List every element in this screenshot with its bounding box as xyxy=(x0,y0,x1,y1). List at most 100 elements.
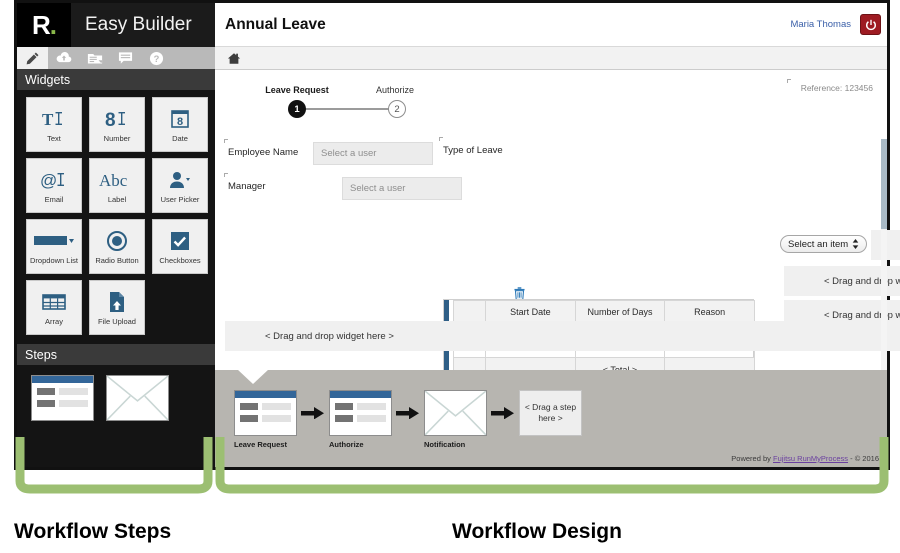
widgets-panel-header: Widgets xyxy=(17,69,215,90)
logo-glyph: R. xyxy=(31,10,57,40)
widget-tile-email[interactable]: @ Email xyxy=(26,158,82,213)
card-label xyxy=(335,403,353,410)
radio-button-widget-icon xyxy=(105,227,129,255)
widget-tile-array[interactable]: Array xyxy=(26,280,82,335)
widget-tile-date[interactable]: 8 Date xyxy=(152,97,208,152)
steps-palette xyxy=(17,365,215,421)
thumbnail-label xyxy=(37,388,55,395)
widget-label: File Upload xyxy=(98,317,136,327)
file-upload-widget-icon xyxy=(107,288,127,316)
column-header-start-date: Start Date xyxy=(485,300,576,323)
widget-label: Checkboxes xyxy=(159,256,201,266)
widget-tile-user-picker[interactable]: User Picker xyxy=(152,158,208,213)
widget-tile-checkboxes[interactable]: Checkboxes xyxy=(152,219,208,274)
widget-label: Dropdown List xyxy=(30,256,78,266)
workflow-design-bracket xyxy=(214,437,890,495)
widget-tile-text[interactable]: T Text xyxy=(26,97,82,152)
type-of-leave-select[interactable]: Select an item xyxy=(780,235,868,253)
user-name-link[interactable]: Maria Thomas xyxy=(790,19,851,30)
card-row xyxy=(240,403,291,410)
manager-input[interactable]: Select a user xyxy=(342,177,462,200)
envelope-icon xyxy=(107,376,168,420)
card-row xyxy=(240,415,291,422)
thumbnail-label xyxy=(37,400,55,407)
canvas-scrollbar-thumb[interactable] xyxy=(881,139,887,229)
card-field xyxy=(357,403,386,410)
form-step-thumbnail[interactable] xyxy=(31,375,94,421)
manager-label: Manager xyxy=(228,181,266,192)
step-label-2: Authorize xyxy=(375,85,415,95)
sidebar-icon-toolbar: ? xyxy=(17,47,215,69)
widget-label: Email xyxy=(44,195,64,205)
thumbnail-field xyxy=(59,400,88,407)
folder-icon[interactable] xyxy=(79,47,110,69)
card-field xyxy=(262,403,291,410)
column-header-reason: Reason xyxy=(664,300,755,323)
svg-text:8: 8 xyxy=(177,116,183,128)
workflow-arrow-icon xyxy=(487,390,519,436)
widget-label: User Picker xyxy=(160,195,200,205)
help-icon[interactable]: ? xyxy=(141,47,172,69)
workflow-notification-card xyxy=(424,390,487,436)
card-body xyxy=(330,398,391,422)
annotation-label-workflow-design: Workflow Design xyxy=(452,520,622,543)
workflow-node-placeholder[interactable]: < Drag a step here > xyxy=(519,390,582,436)
card-row xyxy=(335,403,386,410)
employee-name-input[interactable]: Select a user xyxy=(313,142,433,165)
email-widget-icon: @ xyxy=(39,166,69,194)
card-body xyxy=(235,398,296,422)
workflow-drop-target[interactable]: < Drag a step here > xyxy=(519,390,582,436)
step-label-1: Leave Request xyxy=(265,85,329,95)
left-sidebar: R. Easy Builder ? Widgets T Text 8 Numbe… xyxy=(17,3,215,467)
cloud-upload-icon[interactable] xyxy=(48,47,79,69)
widget-tile-file-upload[interactable]: File Upload xyxy=(89,280,145,335)
svg-text:@: @ xyxy=(40,171,57,190)
widget-label: Text xyxy=(47,134,61,144)
brand-title: Easy Builder xyxy=(85,14,192,35)
card-title-bar xyxy=(235,391,296,398)
workflow-form-card xyxy=(234,390,297,436)
breadcrumb xyxy=(215,47,887,70)
form-step-indicator: Leave Request Authorize 1 2 xyxy=(248,85,478,120)
svg-text:Abc: Abc xyxy=(99,171,128,190)
card-title-bar xyxy=(330,391,391,398)
notification-step-thumbnail[interactable] xyxy=(106,375,169,421)
row-control-header xyxy=(453,300,486,323)
annotation-label-workflow-steps: Workflow Steps xyxy=(14,520,172,543)
step-node-2[interactable]: 2 xyxy=(388,100,406,118)
card-field xyxy=(262,415,291,422)
widget-tile-radio-button[interactable]: Radio Button xyxy=(89,219,145,274)
type-of-leave-label: Type of Leave xyxy=(443,145,503,156)
step-indicator-track: 1 2 xyxy=(248,98,478,120)
widget-label: Date xyxy=(172,134,188,144)
widget-tile-dropdown-list[interactable]: Dropdown List xyxy=(26,219,82,274)
field-corner-mark xyxy=(224,173,228,177)
pencil-icon[interactable] xyxy=(17,47,48,69)
widget-tile-label[interactable]: Abc Label xyxy=(89,158,145,213)
application-window: R. Easy Builder ? Widgets T Text 8 Numbe… xyxy=(14,0,900,470)
main-header: Annual Leave Maria Thomas xyxy=(215,3,887,47)
employee-name-label: Employee Name xyxy=(228,147,299,158)
card-field xyxy=(357,415,386,422)
step-node-1[interactable]: 1 xyxy=(288,100,306,118)
comment-icon[interactable] xyxy=(110,47,141,69)
widget-tile-number[interactable]: 8 Number xyxy=(89,97,145,152)
dropzone-bottom[interactable]: < Drag and drop widget here > xyxy=(225,321,900,351)
app-logo: R. xyxy=(17,3,71,47)
brand-bar: R. Easy Builder xyxy=(17,3,215,47)
logout-button[interactable] xyxy=(860,14,881,35)
thumbnail-field xyxy=(59,388,88,395)
home-icon[interactable] xyxy=(227,52,241,65)
widget-label: Array xyxy=(45,317,63,327)
workflow-form-card xyxy=(329,390,392,436)
number-widget-icon: 8 xyxy=(102,105,132,133)
thumbnail-title-bar xyxy=(32,376,93,383)
svg-text:T: T xyxy=(42,110,54,129)
thumbnail-row xyxy=(37,400,88,407)
svg-text:?: ? xyxy=(154,53,160,63)
widget-label: Radio Button xyxy=(95,256,139,266)
updown-chevron-icon xyxy=(852,239,859,249)
envelope-icon xyxy=(425,391,486,435)
power-icon xyxy=(865,19,876,30)
form-editor-area: Reference: 123456 Leave Request Authoriz… xyxy=(215,71,900,383)
